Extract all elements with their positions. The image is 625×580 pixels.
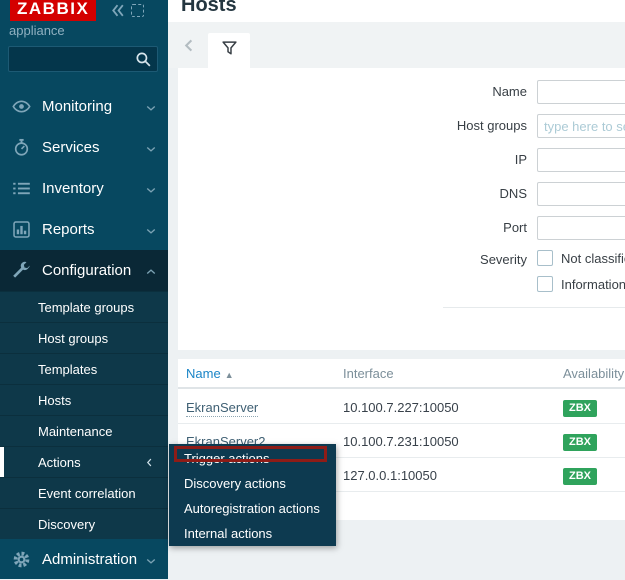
filter-label-port: Port — [367, 216, 527, 240]
column-header-availability: Availability — [563, 359, 624, 389]
chevron-up-icon — [145, 265, 157, 283]
bar-chart-icon — [12, 220, 32, 239]
filter-tab[interactable] — [208, 33, 250, 69]
sidebar-item-label: Inventory — [42, 180, 104, 197]
checkbox-information[interactable] — [537, 276, 553, 292]
flyout-item-trigger-actions[interactable]: Trigger actions — [169, 446, 336, 471]
sidebar-item-label: Administration — [42, 551, 137, 568]
table-row: EkranServer 10.100.7.227:10050 ZBX — [178, 391, 625, 424]
availability-badge-zbx: ZBX — [563, 400, 597, 417]
host-link[interactable]: EkranServer — [186, 399, 258, 417]
flyout-item-internal-actions[interactable]: Internal actions — [169, 521, 336, 546]
sidebar-item-configuration[interactable]: Configuration — [0, 250, 168, 291]
submenu-label: Maintenance — [38, 424, 112, 439]
submenu-item-event-correlation[interactable]: Event correlation — [0, 477, 168, 508]
filter-port-input[interactable] — [537, 216, 625, 240]
sidebar-menu: Monitoring Services Inventory — [0, 86, 168, 580]
table-header-row: Name ▲ Interface Availability — [178, 359, 625, 389]
server-name-label: appliance — [9, 23, 65, 38]
column-header-label: Name — [186, 366, 221, 381]
chevron-left-icon — [144, 456, 155, 471]
submenu-item-templates[interactable]: Templates — [0, 353, 168, 384]
availability-badge-zbx: ZBX — [563, 434, 597, 451]
configuration-submenu: Template groups Host groups Templates Ho… — [0, 291, 168, 539]
filter-ip-input[interactable] — [537, 148, 625, 172]
submenu-item-maintenance[interactable]: Maintenance — [0, 415, 168, 446]
flyout-label: Autoregistration actions — [184, 501, 320, 516]
sidebar-search[interactable] — [8, 46, 158, 72]
sidebar-item-label: Configuration — [42, 262, 131, 279]
flyout-item-autoregistration-actions[interactable]: Autoregistration actions — [169, 496, 336, 521]
filter-panel: Name Host groups IP DNS Port Severity No… — [178, 68, 625, 350]
submenu-item-discovery[interactable]: Discovery — [0, 508, 168, 539]
gear-icon — [12, 550, 32, 569]
page-title: Hosts — [181, 0, 237, 17]
filter-name-input[interactable] — [537, 80, 625, 104]
interface-cell: 127.0.0.1:10050 — [343, 459, 437, 492]
submenu-label: Hosts — [38, 393, 71, 408]
submenu-label: Event correlation — [38, 486, 136, 501]
availability-badge-zbx: ZBX — [563, 468, 597, 485]
submenu-label: Actions — [38, 455, 81, 470]
sidebar-item-label: Services — [42, 139, 100, 156]
checkbox-label: Not classified — [561, 251, 625, 266]
sidebar-item-label: Reports — [42, 221, 95, 238]
flyout-item-discovery-actions[interactable]: Discovery actions — [169, 471, 336, 496]
sidebar-item-label: Monitoring — [42, 98, 112, 115]
chevron-down-icon — [145, 142, 157, 160]
filter-buttons-divider — [443, 307, 625, 308]
filter-label-dns: DNS — [367, 182, 527, 206]
flyout-label: Discovery actions — [184, 476, 286, 491]
submenu-label: Host groups — [38, 331, 108, 346]
chevron-down-icon — [145, 224, 157, 242]
sidebar-item-inventory[interactable]: Inventory — [0, 168, 168, 209]
actions-flyout-menu: Trigger actions Discovery actions Autore… — [169, 444, 336, 546]
severity-option-not-classified: Not classified — [537, 250, 625, 266]
filter-scroll-left-icon[interactable] — [182, 38, 197, 58]
filter-host-groups-input[interactable] — [537, 114, 625, 138]
filter-label-name: Name — [367, 80, 527, 104]
column-header-name[interactable]: Name ▲ — [186, 359, 234, 390]
submenu-label: Templates — [38, 362, 97, 377]
chevron-down-icon — [145, 554, 157, 572]
checkbox-label: Information — [561, 277, 625, 292]
chevron-down-icon — [145, 183, 157, 201]
submenu-item-host-groups[interactable]: Host groups — [0, 322, 168, 353]
sidebar-item-administration[interactable]: Administration — [0, 539, 168, 580]
submenu-label: Template groups — [38, 300, 134, 315]
severity-option-information: Information — [537, 276, 625, 292]
submenu-item-hosts[interactable]: Hosts — [0, 384, 168, 415]
sidebar-item-monitoring[interactable]: Monitoring — [0, 86, 168, 127]
zabbix-logo[interactable]: ZABBIX — [10, 0, 96, 21]
flyout-label: Internal actions — [184, 526, 272, 541]
wrench-icon — [12, 261, 32, 280]
search-input[interactable] — [9, 47, 133, 71]
chevron-down-icon — [145, 101, 157, 119]
column-header-interface: Interface — [343, 359, 394, 389]
funnel-icon — [221, 40, 238, 62]
filter-label-host-groups: Host groups — [367, 114, 527, 138]
eye-icon — [12, 97, 32, 116]
submenu-item-template-groups[interactable]: Template groups — [0, 291, 168, 322]
list-icon — [12, 179, 32, 198]
interface-cell: 10.100.7.231:10050 — [343, 425, 459, 458]
filter-label-ip: IP — [367, 148, 527, 172]
flyout-label: Trigger actions — [184, 451, 270, 466]
submenu-label: Discovery — [38, 517, 95, 532]
checkbox-not-classified[interactable] — [537, 250, 553, 266]
sort-ascending-icon: ▲ — [225, 370, 234, 380]
search-icon — [135, 51, 152, 73]
sidebar: ZABBIX appliance Monitoring Services — [0, 0, 168, 579]
sidebar-item-reports[interactable]: Reports — [0, 209, 168, 250]
interface-cell: 10.100.7.227:10050 — [343, 391, 459, 424]
filter-dns-input[interactable] — [537, 182, 625, 206]
stopwatch-icon — [12, 138, 32, 157]
sidebar-item-services[interactable]: Services — [0, 127, 168, 168]
submenu-item-actions[interactable]: Actions — [0, 446, 168, 477]
collapse-sidebar-icon[interactable] — [109, 2, 126, 24]
filter-label-severity: Severity — [367, 248, 527, 272]
pin-sidebar-icon[interactable] — [131, 4, 144, 17]
